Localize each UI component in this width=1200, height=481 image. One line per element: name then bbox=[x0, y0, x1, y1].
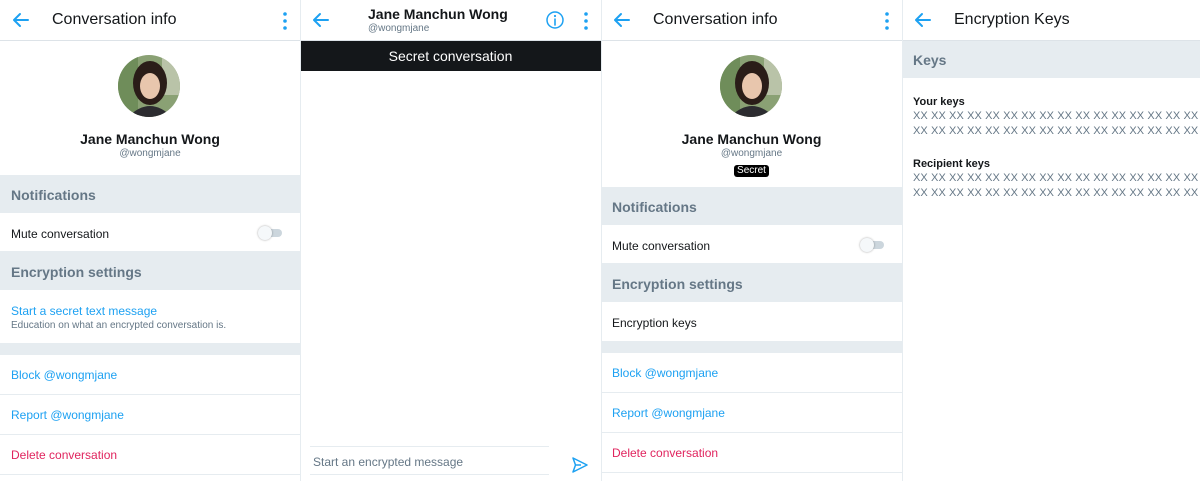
panel-separator bbox=[902, 0, 903, 481]
avatar[interactable] bbox=[118, 55, 180, 117]
report-user-row[interactable]: Report @wongmjane bbox=[0, 395, 300, 435]
page-title: Conversation info bbox=[653, 11, 778, 28]
secret-message-description: Education on what an encrypted conversat… bbox=[11, 320, 227, 331]
info-icon[interactable] bbox=[545, 10, 565, 30]
section-title: Notifications bbox=[612, 199, 697, 215]
message-input[interactable]: Start an encrypted message bbox=[313, 455, 463, 469]
page-title: Conversation info bbox=[52, 11, 177, 28]
profile-handle: @wongmjane bbox=[720, 148, 783, 159]
start-secret-message-link[interactable]: Start a secret text message bbox=[11, 304, 157, 318]
section-encryption-settings: Encryption settings bbox=[0, 252, 300, 290]
more-options-icon[interactable] bbox=[581, 11, 591, 31]
block-user-link[interactable]: Block @wongmjane bbox=[612, 366, 718, 380]
profile-name: Jane Manchun Wong bbox=[80, 131, 220, 147]
back-arrow-icon[interactable] bbox=[10, 9, 32, 31]
page-title: Encryption Keys bbox=[954, 11, 1070, 28]
your-key-line: XX XX XX XX XX XX XX XX XX XX XX XX XX X… bbox=[913, 110, 1199, 122]
delete-conversation-row[interactable]: Delete conversation bbox=[601, 433, 902, 473]
mute-label: Mute conversation bbox=[11, 227, 110, 241]
report-user-link[interactable]: Report @wongmjane bbox=[11, 408, 124, 422]
block-user-row[interactable]: Block @wongmjane bbox=[601, 353, 902, 393]
recipient-key-line: XX XX XX XX XX XX XX XX XX XX XX XX XX X… bbox=[913, 187, 1199, 199]
your-key-line: XX XX XX XX XX XX XX XX XX XX XX XX XX X… bbox=[913, 125, 1199, 137]
delete-conversation-link[interactable]: Delete conversation bbox=[11, 448, 117, 462]
panel-separator bbox=[601, 0, 602, 481]
report-user-link[interactable]: Report @wongmjane bbox=[612, 406, 725, 420]
divider bbox=[0, 344, 300, 355]
profile-name: Jane Manchun Wong bbox=[681, 131, 822, 147]
back-arrow-icon[interactable] bbox=[611, 9, 633, 31]
block-user-row[interactable]: Block @wongmjane bbox=[0, 355, 300, 395]
chat-title: Jane Manchun Wong bbox=[368, 6, 508, 22]
top-bar: Conversation info bbox=[0, 0, 300, 41]
recipient-keys-block: Recipient keys XX XX XX XX XX XX XX XX X… bbox=[913, 157, 1199, 201]
profile-handle: @wongmjane bbox=[119, 148, 181, 159]
conversation-info-secret-panel: Conversation info Jane Manchun Wong @won… bbox=[601, 0, 902, 481]
delete-conversation-link[interactable]: Delete conversation bbox=[612, 446, 718, 460]
encryption-keys-label[interactable]: Encryption keys bbox=[612, 316, 697, 330]
section-encryption-settings: Encryption settings bbox=[601, 264, 902, 302]
section-title: Encryption settings bbox=[612, 276, 743, 292]
more-options-icon[interactable] bbox=[882, 11, 892, 31]
delete-conversation-row[interactable]: Delete conversation bbox=[0, 435, 300, 475]
secret-badge: Secret bbox=[734, 165, 769, 177]
mute-conversation-row[interactable]: Mute conversation bbox=[0, 213, 300, 252]
message-composer: Start an encrypted message bbox=[300, 446, 601, 481]
section-keys: Keys bbox=[902, 41, 1200, 78]
section-notifications: Notifications bbox=[0, 175, 300, 213]
composer-underline bbox=[310, 474, 549, 475]
more-options-icon[interactable] bbox=[280, 11, 290, 31]
your-keys-block: Your keys XX XX XX XX XX XX XX XX XX XX … bbox=[913, 95, 1199, 139]
section-notifications: Notifications bbox=[601, 187, 902, 225]
report-user-row[interactable]: Report @wongmjane bbox=[601, 393, 902, 433]
secret-conversation-panel: Jane Manchun Wong @wongmjane Secret conv… bbox=[300, 0, 601, 481]
composer-top-divider bbox=[310, 446, 549, 447]
secret-conversation-banner: Secret conversation bbox=[300, 41, 601, 71]
back-arrow-icon[interactable] bbox=[310, 9, 332, 31]
mute-label: Mute conversation bbox=[612, 239, 711, 253]
chat-handle: @wongmjane bbox=[368, 23, 430, 34]
block-user-link[interactable]: Block @wongmjane bbox=[11, 368, 117, 382]
conversation-info-panel: Conversation info Jane Manchun Wong @won… bbox=[0, 0, 300, 481]
your-keys-label: Your keys bbox=[913, 96, 965, 108]
section-title: Encryption settings bbox=[11, 264, 142, 280]
section-title: Notifications bbox=[11, 187, 96, 203]
mute-toggle[interactable] bbox=[258, 226, 282, 240]
panel-separator bbox=[300, 0, 301, 481]
section-title: Keys bbox=[913, 52, 947, 68]
recipient-key-line: XX XX XX XX XX XX XX XX XX XX XX XX XX X… bbox=[913, 172, 1199, 184]
recipient-keys-label: Recipient keys bbox=[913, 158, 991, 170]
send-icon[interactable] bbox=[571, 456, 589, 474]
mute-conversation-row[interactable]: Mute conversation bbox=[601, 225, 902, 264]
mute-toggle[interactable] bbox=[860, 238, 884, 252]
divider bbox=[601, 342, 902, 353]
top-bar: Jane Manchun Wong @wongmjane bbox=[300, 0, 601, 41]
secret-badge-row: Secret bbox=[601, 160, 902, 178]
encryption-keys-row[interactable]: Encryption keys bbox=[601, 302, 902, 342]
start-secret-message-row[interactable]: Start a secret text message Education on… bbox=[0, 290, 300, 344]
top-bar: Conversation info bbox=[601, 0, 902, 41]
encryption-keys-panel: Encryption Keys Keys Your keys XX XX XX … bbox=[902, 0, 1200, 481]
top-bar: Encryption Keys bbox=[902, 0, 1200, 41]
avatar[interactable] bbox=[720, 55, 782, 117]
back-arrow-icon[interactable] bbox=[912, 9, 934, 31]
